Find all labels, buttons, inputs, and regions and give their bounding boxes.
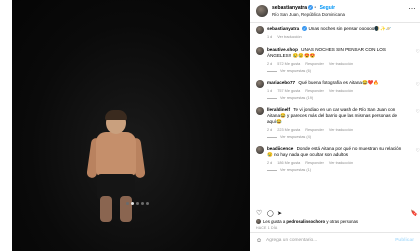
caption-username[interactable]: sebastianyatra xyxy=(267,26,299,31)
comments-panel: sebastianyatra ✓ • Seguir Río San Juan, R… xyxy=(250,0,420,251)
likes-prefix: Les gusta a xyxy=(263,219,286,224)
comment-item: mariacebo77 Qué buena fotografía es Aita… xyxy=(256,80,420,100)
comment-item: lleraldinelf Te vi jondiao en un car was… xyxy=(256,107,420,139)
comment-time: 2 d xyxy=(267,62,273,66)
comment-time: 1 d xyxy=(267,89,273,93)
translate-link[interactable]: Ver traducción xyxy=(329,62,353,66)
view-replies-button[interactable]: Ver respuestas (6) xyxy=(267,69,418,73)
emoji-icon[interactable]: ☺ xyxy=(256,238,262,244)
commenter-username[interactable]: beadiicence xyxy=(267,146,293,151)
shirtless-man-figure xyxy=(86,110,146,222)
carousel-dot xyxy=(141,202,144,205)
translate-link[interactable]: Ver traducción xyxy=(329,89,353,93)
carousel-dot xyxy=(146,202,149,205)
comment-icon[interactable]: ◯ xyxy=(267,210,274,217)
view-replies-button[interactable]: Ver respuestas (19) xyxy=(267,96,418,100)
likes-summary: Les gusta a pedrosalinsochoro y otras pe… xyxy=(256,219,358,225)
comment-item: beautive.shop UNAS NOCHES SIN PENSAR CON… xyxy=(256,47,420,73)
carousel-dot xyxy=(126,202,129,205)
left-leg xyxy=(100,196,112,222)
like-icon[interactable]: ♡ xyxy=(256,209,262,217)
post-header: sebastianyatra ✓ • Seguir Río San Juan, R… xyxy=(256,4,416,20)
comment-input[interactable]: Agrega un comentario... xyxy=(266,238,317,243)
commenter-username[interactable]: beautive.shop xyxy=(267,47,298,52)
commenter-avatar[interactable] xyxy=(256,80,264,88)
torso xyxy=(96,132,136,178)
view-replies-button[interactable]: Ver respuestas (4) xyxy=(267,135,418,139)
commenter-avatar[interactable] xyxy=(256,146,264,154)
right-leg xyxy=(120,196,132,222)
caption-avatar[interactable] xyxy=(256,26,264,34)
commenter-avatar[interactable] xyxy=(256,47,264,55)
carousel-dot-active xyxy=(131,202,134,205)
author-username[interactable]: sebastianyatra xyxy=(272,5,307,11)
comment-like-icon[interactable]: ♡ xyxy=(416,82,420,88)
reply-button[interactable]: Responder xyxy=(305,128,324,132)
commenter-username[interactable]: lleraldinelf xyxy=(267,107,290,112)
carousel-dots xyxy=(126,202,149,205)
reply-button[interactable]: Responder xyxy=(305,62,324,66)
share-icon[interactable]: ➤ xyxy=(277,210,282,217)
carousel-dot xyxy=(136,202,139,205)
comment-list: sebastianyatra ✓ Unas noches sin pensar o… xyxy=(256,26,420,179)
save-icon[interactable]: 🔖 xyxy=(411,210,418,217)
commenter-username[interactable]: mariacebo77 xyxy=(267,80,295,85)
comment-item: beadiicence Donde está Aitana por qué no… xyxy=(256,146,420,172)
comment-likes[interactable]: 757 Me gusta xyxy=(277,89,300,93)
action-bar: ♡ ◯ ➤ 🔖 xyxy=(256,209,418,219)
more-options-icon[interactable]: ⋯ xyxy=(409,5,417,13)
instagram-post-view: › sebastianyatra✓ • Seguir Río San Juan,… xyxy=(0,0,420,251)
location-link[interactable]: Río San Juan, República Dominicana xyxy=(272,12,345,17)
post-date: HACE 1 DÍA xyxy=(256,226,278,230)
translate-link[interactable]: Ver traducción xyxy=(329,161,353,165)
comment-composer: ☺ Agrega un comentario... Publicar xyxy=(250,232,420,252)
caption-time: 1 d xyxy=(267,35,273,39)
header-divider xyxy=(250,22,420,23)
author-avatar[interactable] xyxy=(256,5,268,17)
post-photo[interactable]: › xyxy=(12,0,250,251)
comment-likes[interactable]: 572 Me gusta xyxy=(277,62,300,66)
comment-text: Qué buena fotografía es Aitana😂❤️🔥 xyxy=(298,80,380,85)
hair xyxy=(105,110,127,120)
caption-text: Unas noches sin pensar oooooo🌒✨🪐 xyxy=(308,26,392,31)
follow-button[interactable]: Seguir xyxy=(320,5,336,11)
comment-likes[interactable]: 223 Me gusta xyxy=(277,128,300,132)
publish-button[interactable]: Publicar xyxy=(395,238,414,243)
liker-avatar[interactable] xyxy=(256,219,261,225)
comment-time: 2 d xyxy=(267,128,273,132)
comment-time: 2 d xyxy=(267,161,273,165)
liker-username[interactable]: pedrosalinsochoro xyxy=(286,219,325,224)
translate-link[interactable]: Ver traducción xyxy=(329,128,353,132)
verified-icon: ✓ xyxy=(302,26,308,32)
reply-button[interactable]: Responder xyxy=(305,161,324,165)
reply-button[interactable]: Responder xyxy=(305,89,324,93)
comment-like-icon[interactable]: ♡ xyxy=(416,109,420,115)
author-line: sebastianyatra ✓ • Seguir xyxy=(272,5,336,11)
commenter-avatar[interactable] xyxy=(256,107,264,115)
caption: sebastianyatra ✓ Unas noches sin pensar o… xyxy=(256,26,418,40)
likes-suffix[interactable]: y otras personas xyxy=(326,219,358,224)
comment-likes[interactable]: 186 Me gusta xyxy=(277,161,300,165)
comment-like-icon[interactable]: ♡ xyxy=(416,148,420,154)
comment-like-icon[interactable]: ♡ xyxy=(416,49,420,55)
translate-link[interactable]: Ver traducción xyxy=(277,35,301,39)
view-replies-button[interactable]: Ver respuestas (1) xyxy=(267,168,418,172)
